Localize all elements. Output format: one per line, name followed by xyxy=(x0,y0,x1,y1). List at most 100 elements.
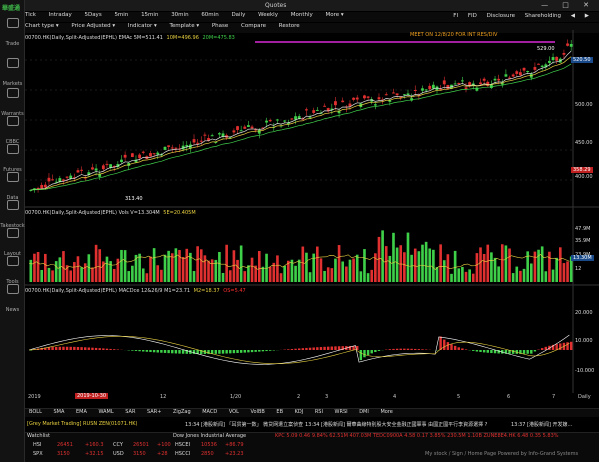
template-menu[interactable]: Template ▾ xyxy=(170,23,200,29)
candle-body xyxy=(312,110,316,113)
indicator-zigzag[interactable]: ZigZag xyxy=(173,409,191,415)
indicator-waml[interactable]: WAML xyxy=(98,409,113,415)
macd-histogram-bar xyxy=(287,349,290,350)
volume-bar xyxy=(131,265,134,282)
indicator-boll[interactable]: BOLL xyxy=(29,409,42,415)
macd-histogram-bar xyxy=(414,348,417,350)
volume-bar xyxy=(76,256,80,282)
sidebar-item-trade[interactable]: Trade xyxy=(0,14,25,47)
candle-body xyxy=(167,145,171,147)
sidebar-item-cbbc[interactable]: CBBC xyxy=(0,112,25,145)
sidebar-item-tools[interactable]: Tools xyxy=(0,252,25,285)
candle-body xyxy=(141,151,145,153)
indicator-volbb[interactable]: VolBB xyxy=(250,409,264,415)
indicator-rsi[interactable]: RSI xyxy=(315,409,323,415)
indicator-macd[interactable]: MACD xyxy=(202,409,217,415)
shareholding-button[interactable]: Shareholding xyxy=(525,13,561,19)
fi-button[interactable]: FI xyxy=(453,13,458,19)
macd-histogram-bar xyxy=(80,347,83,350)
macd-histogram-bar xyxy=(359,350,363,361)
sidebar-item-markets[interactable]: Markets xyxy=(0,54,25,87)
period-intraday[interactable]: Intraday xyxy=(49,12,72,18)
price-y-tick: 450.00 xyxy=(575,140,593,146)
volume-bar xyxy=(341,261,345,282)
volume-bar xyxy=(36,252,40,282)
period-tick[interactable]: Tick xyxy=(25,12,36,18)
period-more[interactable]: More ▾ xyxy=(326,12,344,18)
indicator-more[interactable]: More xyxy=(380,409,392,415)
price-adjusted-menu[interactable]: Price Adjusted ▾ xyxy=(71,23,115,29)
macd-histogram-bar xyxy=(439,336,442,350)
indicator-menu[interactable]: Indicator ▾ xyxy=(128,23,157,29)
news-item[interactable]: 13:34 [港股新闻] 「耳贯第一数」 微贷网遭立案侦查 xyxy=(185,421,303,428)
index-value: 3150 xyxy=(57,451,70,457)
volume-bar xyxy=(243,271,247,282)
candle-body xyxy=(526,71,530,73)
candle-body xyxy=(355,97,359,100)
phase-button[interactable]: Phase xyxy=(212,23,228,29)
period-daily[interactable]: Daily xyxy=(231,12,245,18)
indicator-ema[interactable]: EMA xyxy=(76,409,87,415)
volume-bar xyxy=(403,252,406,282)
candle-body xyxy=(515,71,519,74)
indicator-wrsi[interactable]: WRSI xyxy=(335,409,348,415)
sidebar-item-warrants[interactable]: Warrants xyxy=(0,84,25,117)
volume-bar xyxy=(345,266,348,282)
volume-bar xyxy=(51,270,54,282)
index-row[interactable]: HSI 26451 +160.3 CCY 26501 +100 HSCEI 10… xyxy=(25,442,599,450)
indicator-dmi[interactable]: DMI xyxy=(359,409,369,415)
volume-bar xyxy=(566,261,569,282)
volume-bar xyxy=(239,245,243,282)
chart-type-menu[interactable]: Chart type ▾ xyxy=(25,23,59,29)
volume-bar xyxy=(279,273,283,282)
news-item[interactable]: 13:34 [港股新闻] 爾華曲線特別股大安全金融正國軍事 由國正國平行李資源選… xyxy=(305,421,487,428)
macd-histogram-bar xyxy=(163,350,167,353)
sidebar-item-futures[interactable]: Futures xyxy=(0,140,25,173)
macd-histogram-bar xyxy=(406,348,410,350)
next-arrow-icon[interactable]: ▶ xyxy=(585,13,589,19)
indicator-sar[interactable]: SAR xyxy=(125,409,135,415)
macd-histogram-bar xyxy=(366,350,370,356)
prev-arrow-icon[interactable]: ◀ xyxy=(571,13,575,19)
volume-bar xyxy=(326,267,330,282)
macd-histogram-bar xyxy=(490,350,493,354)
indicator-vol[interactable]: VOL xyxy=(229,409,239,415)
index-row[interactable]: SPX 3150 +32.15 USD 3150 +28 HSCCI 2850 … xyxy=(25,451,599,459)
candle-body xyxy=(504,74,508,77)
indicator-eb[interactable]: EB xyxy=(276,409,283,415)
fid-button[interactable]: FID xyxy=(468,13,477,19)
sidebar-item-news[interactable]: News xyxy=(0,280,25,313)
disclosure-button[interactable]: Disclosure xyxy=(487,13,515,19)
index-change-2: +86.79 xyxy=(225,442,244,448)
volume-bar xyxy=(511,273,515,282)
currency: CCY xyxy=(113,442,123,448)
period-30min[interactable]: 30min xyxy=(171,12,188,18)
sidebar-item-layout[interactable]: Layout xyxy=(0,224,25,257)
volume-panel-header: 00700.HK(Daily,Split-Adjusted)EPHL) Vols… xyxy=(25,210,198,218)
restore-button[interactable]: Restore xyxy=(279,23,300,29)
candle-body xyxy=(548,60,551,63)
sidebar-item-takestock[interactable]: Takestock xyxy=(0,196,25,229)
news-item[interactable]: 13:37 [港股新闻] 开发嬢... xyxy=(511,421,572,428)
window-controls[interactable]: — □ ✕ xyxy=(541,1,595,9)
volume-y-axis: 47.9M 35.9M 23.9M 12 xyxy=(573,222,599,282)
sidebar-item-data[interactable]: Data xyxy=(0,168,25,201)
period-weekly[interactable]: Weekly xyxy=(258,12,278,18)
price-y-tick: 500.00 xyxy=(575,102,593,108)
news-ticker: [Grey Market Trading] RUSN ZEN(01071.HK)… xyxy=(25,418,599,430)
watchlist-label[interactable]: Watchlist xyxy=(27,433,50,439)
period-5min[interactable]: 5min xyxy=(114,12,128,18)
period-5days[interactable]: 5Days xyxy=(84,12,101,18)
indicator-sma[interactable]: SMA xyxy=(53,409,64,415)
compare-button[interactable]: Compare xyxy=(241,23,266,29)
indicator-kdj[interactable]: KDJ xyxy=(295,409,304,415)
period-60min[interactable]: 60min xyxy=(201,12,218,18)
volume-bar xyxy=(428,248,432,282)
grey-market-link[interactable]: [Grey Market Trading] RUSN ZEN(01071.HK) xyxy=(27,421,137,427)
indicator-sar-plus[interactable]: SAR+ xyxy=(147,409,161,415)
volume-bar xyxy=(203,255,207,282)
volume-bar xyxy=(54,261,58,282)
candle-body xyxy=(276,119,279,121)
period-monthly[interactable]: Monthly xyxy=(291,12,313,18)
period-15min[interactable]: 15min xyxy=(141,12,158,18)
